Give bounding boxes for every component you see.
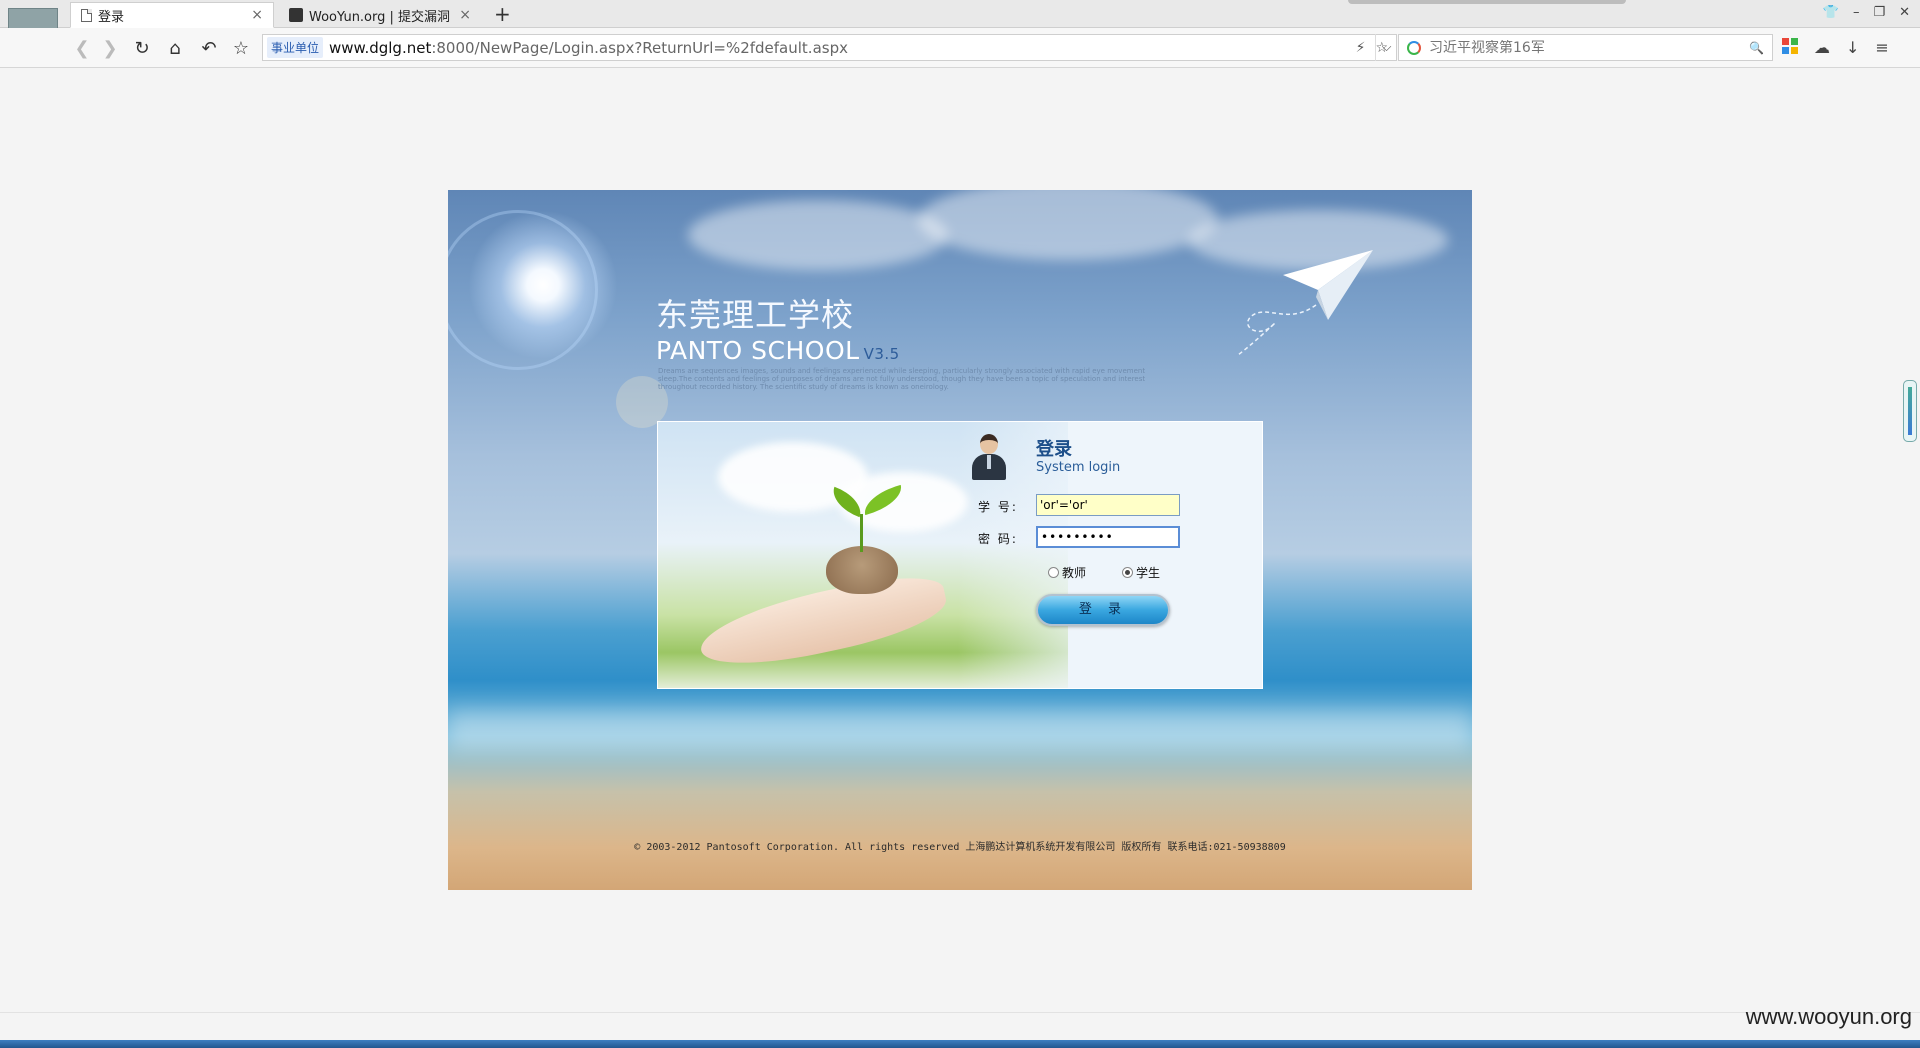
download-icon[interactable]: ↓ xyxy=(1846,38,1859,57)
url-host: www.dglg.net xyxy=(329,38,432,57)
role-label: 教师 xyxy=(1062,566,1087,580)
tab-label: 登录 xyxy=(98,9,125,25)
os-taskbar xyxy=(0,1040,1920,1048)
version-label: V3.5 xyxy=(863,345,900,363)
sprout-stem xyxy=(860,514,863,552)
watermark: www.wooyun.org xyxy=(1745,1004,1912,1029)
school-name: 东莞理工学校 xyxy=(656,296,855,334)
tab-label: WooYun.org | 提交漏洞 xyxy=(309,9,451,25)
login-button[interactable]: 登 录 xyxy=(1036,594,1170,626)
address-bar[interactable]: 事业单位 www.dglg.net:8000/NewPage/Login.asp… xyxy=(262,34,1397,61)
product-name: PANTO SCHOOL V3.5 xyxy=(656,336,900,365)
search-icon[interactable]: 🔍 xyxy=(1749,41,1764,55)
close-window-icon[interactable]: ✕ xyxy=(1899,5,1910,20)
tagline: Dreams are sequences images, sounds and … xyxy=(658,367,1146,391)
search-input[interactable] xyxy=(1429,39,1742,56)
drag-handle[interactable] xyxy=(1348,0,1626,4)
toolbar-icons: ☁ ↓ ≡ xyxy=(1782,38,1889,57)
cloud xyxy=(838,472,968,532)
tab-login[interactable]: 登录 × xyxy=(70,2,274,28)
tab-wooyun[interactable]: WooYun.org | 提交漏洞 × xyxy=(278,2,482,28)
paper-plane-icon xyxy=(1237,250,1373,356)
home-icon[interactable]: ⌂ xyxy=(163,36,187,60)
login-subtitle: System login xyxy=(1036,460,1121,475)
student-id-input[interactable] xyxy=(1036,494,1180,516)
reload-icon[interactable]: ↻ xyxy=(130,36,154,60)
url-text[interactable]: www.dglg.net:8000/NewPage/Login.aspx?Ret… xyxy=(329,39,1356,57)
lightning-icon[interactable]: ⚡ xyxy=(1356,40,1366,56)
menu-icon[interactable]: ≡ xyxy=(1875,38,1888,57)
tab-close-icon[interactable]: × xyxy=(459,7,471,23)
login-title: 登录 xyxy=(1036,439,1072,460)
role-label: 学生 xyxy=(1136,566,1161,580)
password-label: 密 码: xyxy=(978,532,1018,546)
back-icon[interactable]: ❮ xyxy=(70,36,94,60)
product-title: PANTO SCHOOL xyxy=(656,336,860,365)
copyright-footer: © 2003-2012 Pantosoft Corporation. All r… xyxy=(634,842,1286,853)
cloud xyxy=(688,200,948,270)
chevron-down-icon[interactable]: ⌵ xyxy=(1375,34,1397,61)
user-avatar-icon xyxy=(970,432,1008,480)
soil-illustration xyxy=(826,546,898,594)
divider xyxy=(0,1012,1920,1013)
window-controls: 👕 – ❐ ✕ xyxy=(1823,5,1910,20)
page-icon xyxy=(81,8,92,22)
sun xyxy=(468,210,618,360)
cloud xyxy=(918,190,1218,260)
undo-icon[interactable]: ↶ xyxy=(197,36,221,60)
search-bar[interactable]: 🔍 xyxy=(1398,34,1773,61)
minimize-icon[interactable]: – xyxy=(1853,5,1860,20)
hands-illustration xyxy=(694,566,952,678)
url-path: :8000/NewPage/Login.aspx?ReturnUrl=%2fde… xyxy=(431,38,848,57)
favorite-star-icon[interactable]: ☆ xyxy=(229,36,253,60)
radio-teacher[interactable] xyxy=(1048,567,1059,578)
restore-icon[interactable]: ❐ xyxy=(1873,5,1885,20)
forward-icon[interactable]: ❯ xyxy=(98,36,122,60)
apps-grid-icon[interactable] xyxy=(1782,38,1798,54)
password-input[interactable] xyxy=(1036,526,1180,548)
search-engine-icon[interactable] xyxy=(1407,40,1421,55)
radio-student[interactable] xyxy=(1122,567,1133,578)
role-option-student[interactable]: 学生 xyxy=(1122,564,1160,581)
shirt-icon[interactable]: 👕 xyxy=(1823,5,1839,20)
login-panel: 登录 System login 学 号: 密 码: 教师 学生 登 录 xyxy=(657,421,1263,689)
side-gadget[interactable] xyxy=(1903,380,1917,442)
new-tab-button[interactable]: + xyxy=(494,2,511,26)
surf-foam xyxy=(448,710,1472,750)
tab-close-icon[interactable]: × xyxy=(251,7,263,23)
cloud-icon[interactable]: ☁ xyxy=(1814,38,1830,57)
browser-tab-bar: 登录 × WooYun.org | 提交漏洞 × + 👕 – ❐ ✕ xyxy=(0,0,1920,28)
login-page-background: 东莞理工学校 PANTO SCHOOL V3.5 Dreams are seque… xyxy=(448,190,1472,890)
student-id-label: 学 号: xyxy=(978,500,1018,514)
wooyun-icon xyxy=(289,8,303,22)
site-category-badge[interactable]: 事业单位 xyxy=(267,37,324,58)
role-option-teacher[interactable]: 教师 xyxy=(1048,564,1086,581)
browser-navbar: ❮ ❯ ↻ ⌂ ↶ ☆ 事业单位 www.dglg.net:8000/NewPa… xyxy=(0,28,1920,68)
